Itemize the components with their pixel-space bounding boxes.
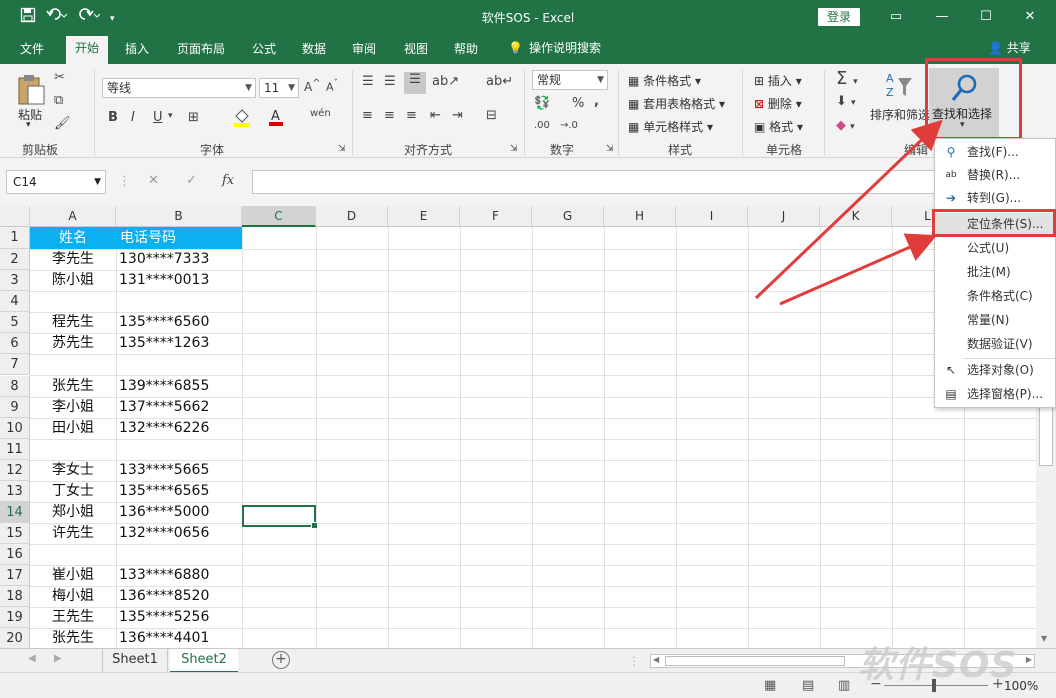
annotation-arrows xyxy=(754,119,943,306)
watermark: 软件SOS xyxy=(858,645,1018,686)
annotation-arrow xyxy=(754,119,943,300)
annotation-arrow xyxy=(779,233,937,306)
